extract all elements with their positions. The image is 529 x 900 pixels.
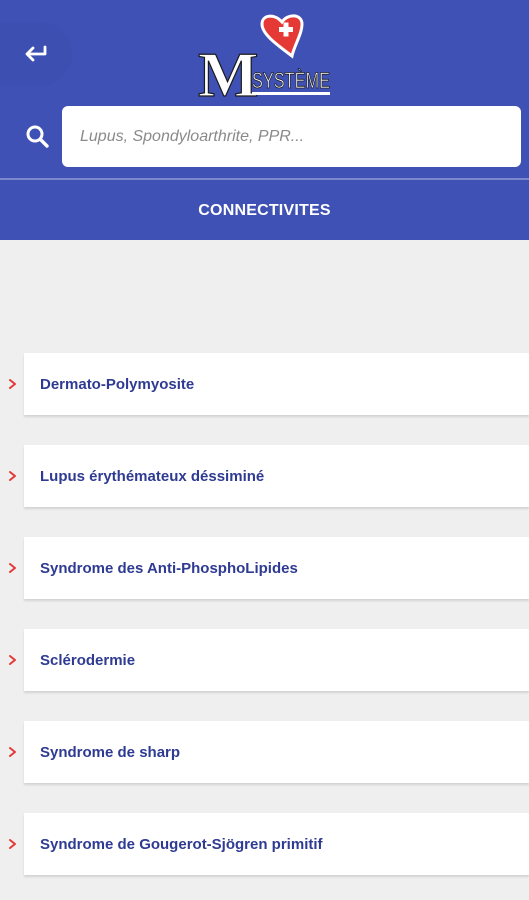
- list-item-card[interactable]: Syndrome de Gougerot-Sjögren primitif: [24, 813, 529, 875]
- list-item-label: Syndrome de Gougerot-Sjögren primitif: [40, 835, 323, 853]
- search-box[interactable]: [62, 106, 521, 167]
- app-header: M SYSTÈME CONNECTIVITES: [0, 0, 529, 240]
- return-arrow-icon: [25, 45, 47, 62]
- search-input[interactable]: [78, 126, 521, 147]
- chevron-right-icon: [9, 839, 16, 849]
- svg-text:SYSTÈME: SYSTÈME: [252, 68, 330, 93]
- list-item-label: Sclérodermie: [40, 651, 136, 669]
- svg-text:M: M: [198, 39, 258, 100]
- list-item-card[interactable]: Syndrome des Anti-PhosphoLipides: [24, 537, 529, 599]
- list-item[interactable]: Syndrome de sharp: [0, 721, 529, 783]
- back-button[interactable]: [0, 22, 72, 86]
- list-item-card[interactable]: Sclérodermie: [24, 629, 529, 691]
- list-item-card[interactable]: Dermato-Polymyosite: [24, 353, 529, 415]
- list-item-label: Syndrome de sharp: [40, 743, 181, 761]
- chevron-right-icon: [9, 563, 16, 573]
- list-item-label: Lupus érythémateux déssiminé: [40, 467, 265, 485]
- list-item[interactable]: Syndrome de Gougerot-Sjögren primitif: [0, 813, 529, 875]
- list-item-label: Dermato-Polymyosite: [40, 375, 195, 393]
- list-item-card[interactable]: Lupus érythémateux déssiminé: [24, 445, 529, 507]
- list-item[interactable]: Syndrome des Anti-PhosphoLipides: [0, 537, 529, 599]
- app-logo: M SYSTÈME: [197, 14, 330, 100]
- list-item-card[interactable]: Syndrome de sharp: [24, 721, 529, 783]
- section-title: CONNECTIVITES: [198, 202, 331, 219]
- chevron-right-icon: [9, 379, 16, 389]
- chevron-right-icon: [9, 655, 16, 665]
- search-icon[interactable]: [25, 124, 51, 150]
- list-item[interactable]: Dermato-Polymyosite: [0, 353, 529, 415]
- header-divider: [0, 178, 529, 180]
- list-item[interactable]: Sclérodermie: [0, 629, 529, 691]
- chevron-right-icon: [9, 471, 16, 481]
- list-item[interactable]: Lupus érythémateux déssiminé: [0, 445, 529, 507]
- chevron-right-icon: [9, 747, 16, 757]
- list-item-label: Syndrome des Anti-PhosphoLipides: [40, 559, 298, 577]
